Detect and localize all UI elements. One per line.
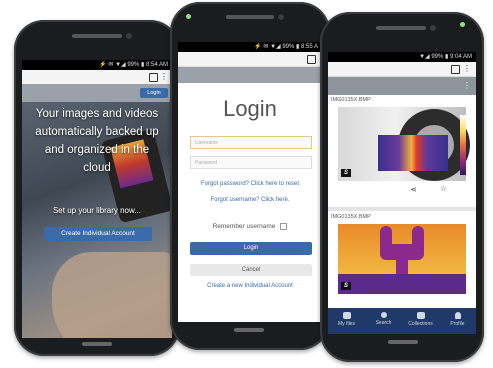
tabs-icon[interactable]	[451, 65, 460, 74]
notification-led	[186, 14, 191, 19]
remember-checkbox[interactable]	[280, 223, 288, 230]
browser-bar: ⋮	[22, 70, 172, 85]
forgot-password-link[interactable]: Forgot password? Click here to reset	[178, 181, 322, 187]
username-field[interactable]: Username	[190, 136, 312, 149]
star-icon[interactable]: ☆	[440, 184, 447, 193]
hero-line: automatically backed up	[35, 126, 159, 138]
image-card[interactable]: IMG0135X.BMP S	[328, 212, 476, 308]
cancel-button[interactable]: Cancel	[190, 264, 312, 276]
tab-collections[interactable]: Collections	[402, 308, 439, 334]
create-account-link[interactable]: Create a new Individual Account	[178, 283, 322, 289]
thermal-image-pipes[interactable]: S	[338, 224, 466, 294]
tabs-icon[interactable]	[307, 55, 316, 64]
divider	[328, 207, 476, 211]
share-icon[interactable]: ⋖	[410, 185, 417, 194]
login-button[interactable]: Login	[140, 88, 168, 98]
login-button[interactable]: Login	[190, 242, 312, 255]
setup-text: Set up your library now...	[52, 206, 142, 215]
card-filename: IMG0135X.BMP	[331, 97, 371, 103]
tabs-icon[interactable]	[149, 73, 158, 82]
phone-center: ⚡ ✉ ▼◢ 99% ▮ 8:55 A Login Username Passw…	[170, 2, 330, 350]
front-camera	[430, 25, 436, 31]
speaker-grille	[376, 26, 426, 30]
hero-line: and organized in the	[44, 144, 150, 156]
hand-image	[52, 252, 172, 338]
notification-led	[460, 22, 465, 27]
front-camera	[278, 14, 284, 20]
home-button[interactable]	[82, 342, 112, 346]
page-title: Login	[223, 96, 277, 121]
menu-icon[interactable]: ⋮	[160, 72, 168, 82]
overflow-menu-icon[interactable]: ⋮	[463, 81, 471, 91]
hero-line: cloud	[83, 162, 111, 174]
folder-icon	[342, 312, 351, 319]
phone-left: ⚡ ✉ ▼◢ 99% ▮ 8:54 AM ⋮ Login Your images…	[14, 20, 180, 356]
front-camera	[126, 33, 132, 39]
header-bar: Login	[22, 84, 172, 102]
browser-bar: ⋮	[328, 62, 476, 77]
collections-icon	[416, 312, 425, 319]
header-bar: ⋮	[328, 77, 476, 95]
brand-badge: S	[341, 282, 351, 290]
home-button[interactable]	[234, 328, 264, 332]
hero-line: Your images and videos	[35, 108, 159, 120]
browser-bar	[178, 52, 322, 67]
forgot-username-link[interactable]: Forgot username? Click here.	[178, 197, 322, 203]
tab-profile[interactable]: Profile	[439, 308, 476, 334]
search-icon	[380, 312, 387, 318]
temperature-scale	[460, 115, 466, 175]
header-bar	[178, 67, 322, 83]
profile-icon	[454, 312, 461, 319]
menu-icon[interactable]: ⋮	[463, 64, 471, 74]
phone1-screen: ⚡ ✉ ▼◢ 99% ▮ 8:54 AM ⋮ Login Your images…	[22, 60, 172, 338]
hero-text: Your images and videos automatically bac…	[22, 105, 172, 177]
thermal-image-tire[interactable]: S	[338, 107, 470, 181]
phone-right: ▼◢ 99% ▮ 9:04 AM ⋮ ⋮ IMG0135X.BMP S ⋖ ☆ …	[320, 12, 484, 362]
speaker-grille	[72, 34, 122, 38]
remember-label: Remember username	[212, 223, 276, 231]
phone2-screen: ⚡ ✉ ▼◢ 99% ▮ 8:55 A Login Username Passw…	[178, 42, 322, 322]
password-field[interactable]: Password	[190, 156, 312, 169]
tab-search[interactable]: Search	[365, 308, 402, 334]
remember-username[interactable]: Remember username	[178, 223, 322, 230]
card-filename: IMG0135X.BMP	[331, 214, 371, 220]
bottom-tab-bar: My files Search Collections Profile	[328, 308, 476, 334]
image-card[interactable]: IMG0135X.BMP S ⋖ ☆	[328, 95, 476, 207]
tab-my-files[interactable]: My files	[328, 308, 365, 334]
phone3-screen: ▼◢ 99% ▮ 9:04 AM ⋮ ⋮ IMG0135X.BMP S ⋖ ☆ …	[328, 52, 476, 334]
status-bar: ▼◢ 99% ▮ 9:04 AM	[328, 52, 476, 62]
status-bar: ⚡ ✉ ▼◢ 99% ▮ 8:55 A	[178, 42, 322, 52]
home-button[interactable]	[388, 340, 418, 344]
speaker-grille	[226, 15, 274, 19]
status-bar: ⚡ ✉ ▼◢ 99% ▮ 8:54 AM	[22, 60, 172, 70]
create-account-button[interactable]: Create Individual Account	[44, 227, 152, 241]
brand-badge: S	[341, 169, 351, 177]
